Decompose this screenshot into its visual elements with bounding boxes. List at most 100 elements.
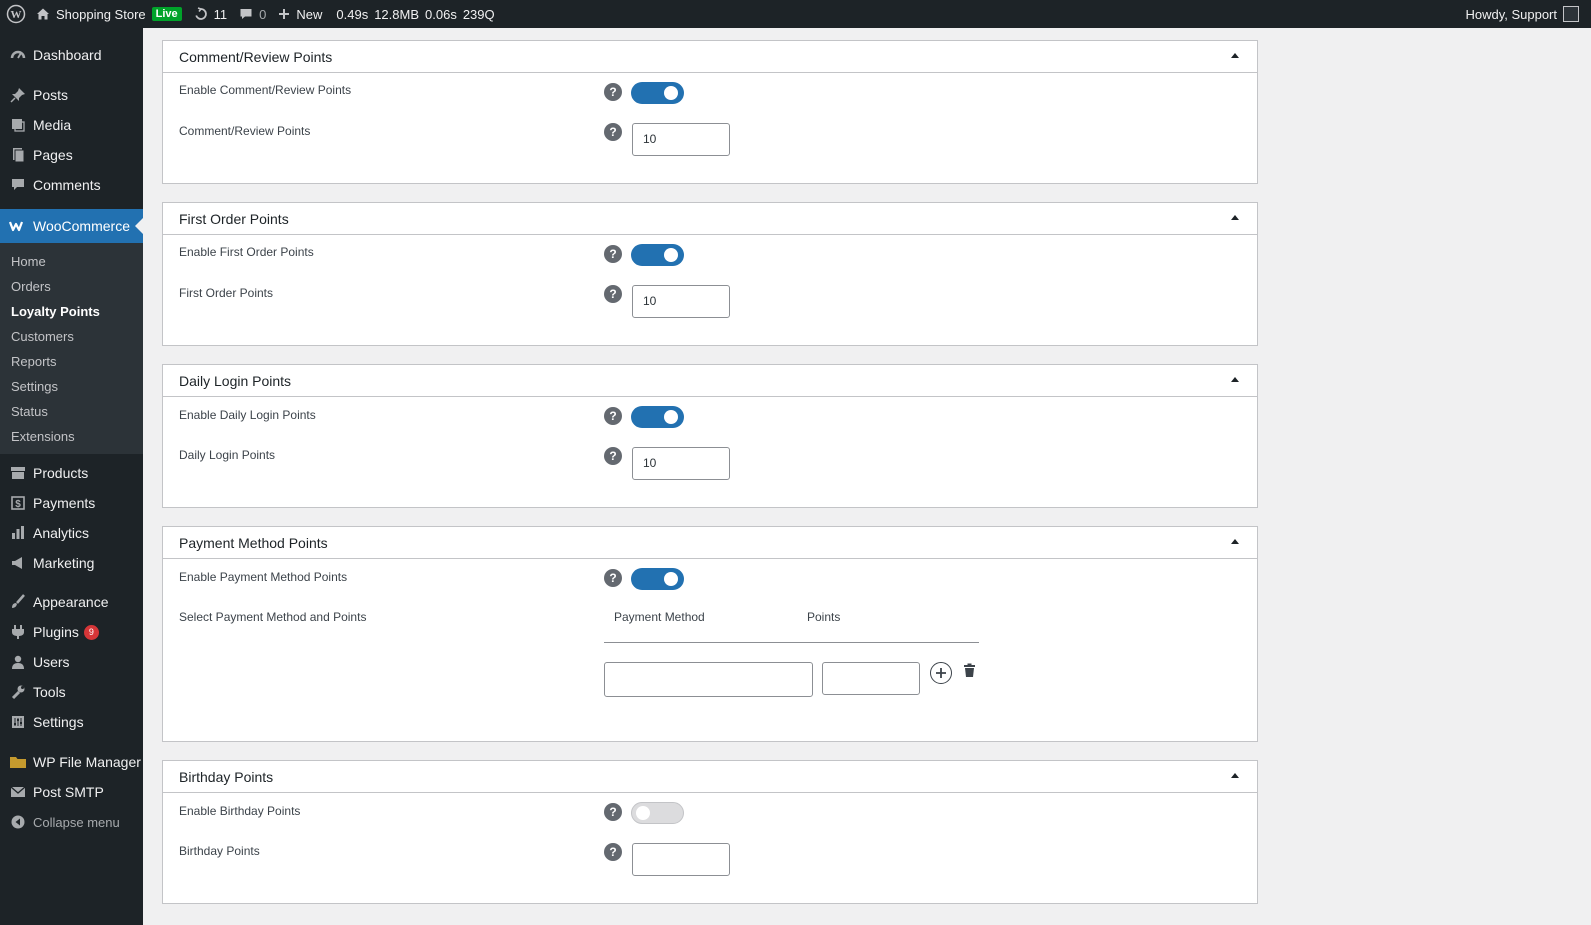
submenu-loyalty-points[interactable]: Loyalty Points — [0, 299, 143, 324]
main-content: Comment/Review Points Enable Comment/Rev… — [143, 28, 1591, 925]
menu-label: Post SMTP — [33, 784, 104, 800]
delete-row-trash-icon[interactable] — [963, 663, 976, 683]
submenu-customers[interactable]: Customers — [0, 324, 143, 349]
enable-payment-toggle[interactable] — [631, 568, 684, 590]
my-account[interactable]: Howdy, Support — [1465, 6, 1591, 22]
submenu-home[interactable]: Home — [0, 249, 143, 274]
menu-media[interactable]: Media — [0, 110, 143, 140]
panel-header[interactable]: First Order Points — [163, 203, 1257, 235]
menu-label: WP File Manager — [33, 754, 141, 770]
panel-header[interactable]: Comment/Review Points — [163, 41, 1257, 73]
help-icon[interactable]: ? — [604, 803, 622, 821]
menu-plugins[interactable]: Plugins 9 — [0, 617, 143, 647]
collapse-up-arrow-icon[interactable] — [1231, 215, 1239, 220]
avatar — [1563, 6, 1579, 22]
menu-analytics[interactable]: Analytics — [0, 518, 143, 548]
paintbrush-icon — [8, 592, 28, 612]
comment-points-label: Comment/Review Points — [179, 124, 311, 138]
select-payment-label: Select Payment Method and Points — [179, 610, 367, 624]
wordpress-logo-icon[interactable]: W — [2, 0, 30, 28]
collapse-up-arrow-icon[interactable] — [1231, 53, 1239, 58]
menu-posts[interactable]: Posts — [0, 80, 143, 110]
help-icon[interactable]: ? — [604, 447, 622, 465]
panel-payment-method-points: Payment Method Points Enable Payment Met… — [162, 526, 1258, 742]
enable-payment-label: Enable Payment Method Points — [179, 570, 348, 584]
submenu-reports[interactable]: Reports — [0, 349, 143, 374]
admin-bar: W Shopping Store Live 11 0 New 0.49s 12.… — [0, 0, 1591, 28]
collapse-up-arrow-icon[interactable] — [1231, 773, 1239, 778]
panel-header[interactable]: Payment Method Points — [163, 527, 1257, 559]
collapse-up-arrow-icon[interactable] — [1231, 539, 1239, 544]
panel-header[interactable]: Daily Login Points — [163, 365, 1257, 397]
dashboard-icon — [8, 45, 28, 65]
first-order-points-input[interactable]: 10 — [632, 285, 730, 318]
menu-products[interactable]: Products — [0, 458, 143, 488]
help-icon[interactable]: ? — [604, 123, 622, 141]
help-icon[interactable]: ? — [604, 245, 622, 263]
panel-daily-login-points: Daily Login Points Enable Daily Login Po… — [162, 364, 1258, 508]
menu-label: Collapse menu — [33, 814, 120, 830]
first-order-points-label: First Order Points — [179, 286, 274, 300]
folder-icon — [8, 752, 28, 772]
enable-daily-login-label: Enable Daily Login Points — [179, 408, 316, 422]
menu-woocommerce[interactable]: WooCommerce — [0, 209, 143, 243]
toggle-knob — [664, 572, 678, 586]
help-icon[interactable]: ? — [604, 285, 622, 303]
menu-payments[interactable]: $ Payments — [0, 488, 143, 518]
site-name-link[interactable]: Shopping Store Live — [30, 0, 188, 28]
collapse-up-arrow-icon[interactable] — [1231, 377, 1239, 382]
new-content-link[interactable]: New — [272, 0, 328, 28]
help-icon[interactable]: ? — [604, 407, 622, 425]
enable-birthday-toggle[interactable] — [631, 802, 684, 824]
birthday-points-input[interactable] — [632, 843, 730, 876]
menu-label: Marketing — [33, 555, 95, 571]
submenu-status[interactable]: Status — [0, 399, 143, 424]
comment-points-input[interactable]: 10 — [632, 123, 730, 156]
help-icon[interactable]: ? — [604, 843, 622, 861]
panel-header[interactable]: Birthday Points — [163, 761, 1257, 793]
query-monitor-stats[interactable]: 0.49s 12.8MB 0.06s 239Q — [328, 0, 508, 28]
submenu-orders[interactable]: Orders — [0, 274, 143, 299]
menu-appearance[interactable]: Appearance — [0, 587, 143, 617]
toggle-knob — [664, 86, 678, 100]
stat-db-time: 0.06s — [425, 6, 457, 22]
birthday-points-label: Birthday Points — [179, 844, 260, 858]
enable-daily-login-toggle[interactable] — [631, 406, 684, 428]
menu-dashboard[interactable]: Dashboard — [0, 40, 143, 70]
help-icon[interactable]: ? — [604, 569, 622, 587]
daily-login-points-input[interactable]: 10 — [632, 447, 730, 480]
menu-settings[interactable]: Settings — [0, 707, 143, 737]
menu-pages[interactable]: Pages — [0, 140, 143, 170]
menu-label: Comments — [33, 177, 101, 193]
admin-sidebar: Dashboard Posts Media Pages Comments Woo… — [0, 28, 143, 925]
menu-post-smtp[interactable]: Post SMTP — [0, 777, 143, 807]
menu-label: Settings — [33, 714, 84, 730]
plugin-icon — [8, 622, 28, 642]
menu-comments[interactable]: Comments — [0, 170, 143, 200]
payment-method-input[interactable] — [604, 662, 813, 697]
add-row-plus-icon[interactable] — [930, 662, 952, 684]
plugins-update-badge: 9 — [83, 624, 99, 640]
menu-users[interactable]: Users — [0, 647, 143, 677]
submenu-settings[interactable]: Settings — [0, 374, 143, 399]
email-icon — [8, 782, 28, 802]
payments-icon: $ — [8, 493, 28, 513]
collapse-menu-button[interactable]: Collapse menu — [0, 807, 143, 837]
menu-label: Analytics — [33, 525, 90, 541]
submenu-extensions[interactable]: Extensions — [0, 424, 143, 449]
menu-wp-file-manager[interactable]: WP File Manager — [0, 747, 143, 777]
svg-text:W: W — [11, 9, 22, 21]
menu-label: WooCommerce — [33, 218, 130, 234]
updates-count: 11 — [213, 6, 228, 22]
menu-marketing[interactable]: Marketing — [0, 548, 143, 578]
menu-tools[interactable]: Tools — [0, 677, 143, 707]
pages-icon — [8, 145, 28, 165]
enable-first-order-toggle[interactable] — [631, 244, 684, 266]
enable-comment-toggle[interactable] — [631, 82, 684, 104]
enable-comment-label: Enable Comment/Review Points — [179, 83, 352, 97]
updates-link[interactable]: 11 — [188, 0, 234, 28]
comments-link[interactable]: 0 — [233, 0, 272, 28]
payment-points-input[interactable] — [822, 662, 920, 695]
panel-title: Payment Method Points — [179, 534, 328, 551]
help-icon[interactable]: ? — [604, 83, 622, 101]
